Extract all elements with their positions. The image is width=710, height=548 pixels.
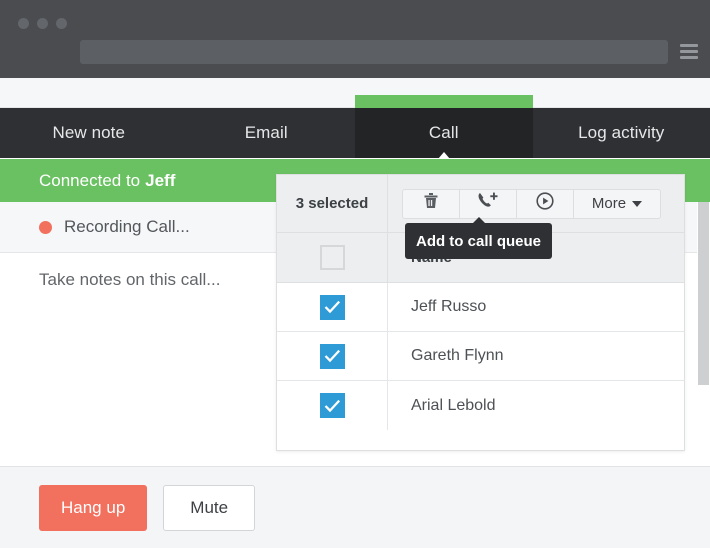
trash-icon [424,193,438,214]
tooltip-text: Add to call queue [415,232,541,250]
more-actions-label: More [591,195,627,212]
address-bar-input[interactable] [80,40,668,64]
tab-new-note[interactable]: New note [0,108,178,158]
select-all-checkbox[interactable] [319,245,345,270]
delete-button[interactable] [402,188,459,219]
table-row[interactable]: Arial Lebold [277,381,684,430]
recording-status-label: Recording Call... [64,217,190,236]
play-recording-button[interactable] [516,188,573,219]
browser-chrome [0,0,710,78]
selection-toolbar-buttons: More [402,188,661,219]
call-action-bar: Hang up Mute [0,466,710,548]
window-controls [18,18,67,29]
tab-call-pointer-icon [437,152,450,159]
hamburger-line-1 [680,44,698,47]
row-name-label: Gareth Flynn [411,347,504,364]
tab-email-label: Email [244,123,288,142]
row-name-label: Jeff Russo [411,298,487,315]
row-checkbox[interactable] [319,294,345,320]
window-dot-close[interactable] [18,18,29,29]
hang-up-button[interactable]: Hang up [39,484,148,531]
row-select-cell [277,332,388,380]
contacts-table: Name Jeff Russo Gareth Flynn [277,233,684,430]
play-circle-icon [536,192,554,215]
call-notes-placeholder: Take notes on this call... [39,270,221,289]
row-select-cell [277,381,388,430]
chevron-down-icon [632,200,643,207]
mute-button[interactable]: Mute [163,484,256,531]
hamburger-line-2 [680,50,698,53]
row-checkbox[interactable] [319,343,345,369]
app-window: New note Email Call Log activity Connect… [0,0,710,548]
selected-count-label: 3 selected [277,175,388,232]
table-row[interactable]: Jeff Russo [277,283,684,332]
tab-log-activity-label: Log activity [578,123,665,142]
row-name-label: Arial Lebold [411,396,496,414]
add-to-call-queue-tooltip: Add to call queue [405,217,552,259]
hamburger-line-3 [680,56,698,59]
connected-banner-prefix: Connected to [39,170,141,190]
add-to-call-queue-button[interactable] [459,188,516,219]
tab-email[interactable]: Email [178,108,356,158]
row-checkbox[interactable] [319,393,345,418]
tab-new-note-label: New note [52,123,126,142]
vertical-scrollbar-thumb[interactable] [698,202,709,385]
select-all-cell [277,233,388,282]
tab-call[interactable]: Call [355,95,533,159]
contact-selection-panel: 3 selected More Add to call queue Jeff R… [276,174,685,451]
window-dot-maximize[interactable] [56,18,67,29]
activity-tab-bar: New note Email Call Log activity [0,95,710,159]
recording-dot-icon [39,220,52,234]
tab-call-label: Call [428,123,459,142]
tab-call-active-accent [355,95,533,108]
more-actions-button[interactable]: More [573,188,661,219]
row-select-cell [277,283,388,331]
tooltip-arrow-icon [471,217,486,224]
connected-banner-contact: Jeff [145,170,176,190]
window-dot-minimize[interactable] [37,18,48,29]
table-row[interactable]: Gareth Flynn [277,332,684,381]
phone-add-icon [477,192,499,215]
tab-log-activity[interactable]: Log activity [533,108,710,158]
hamburger-menu-icon[interactable] [680,44,698,59]
